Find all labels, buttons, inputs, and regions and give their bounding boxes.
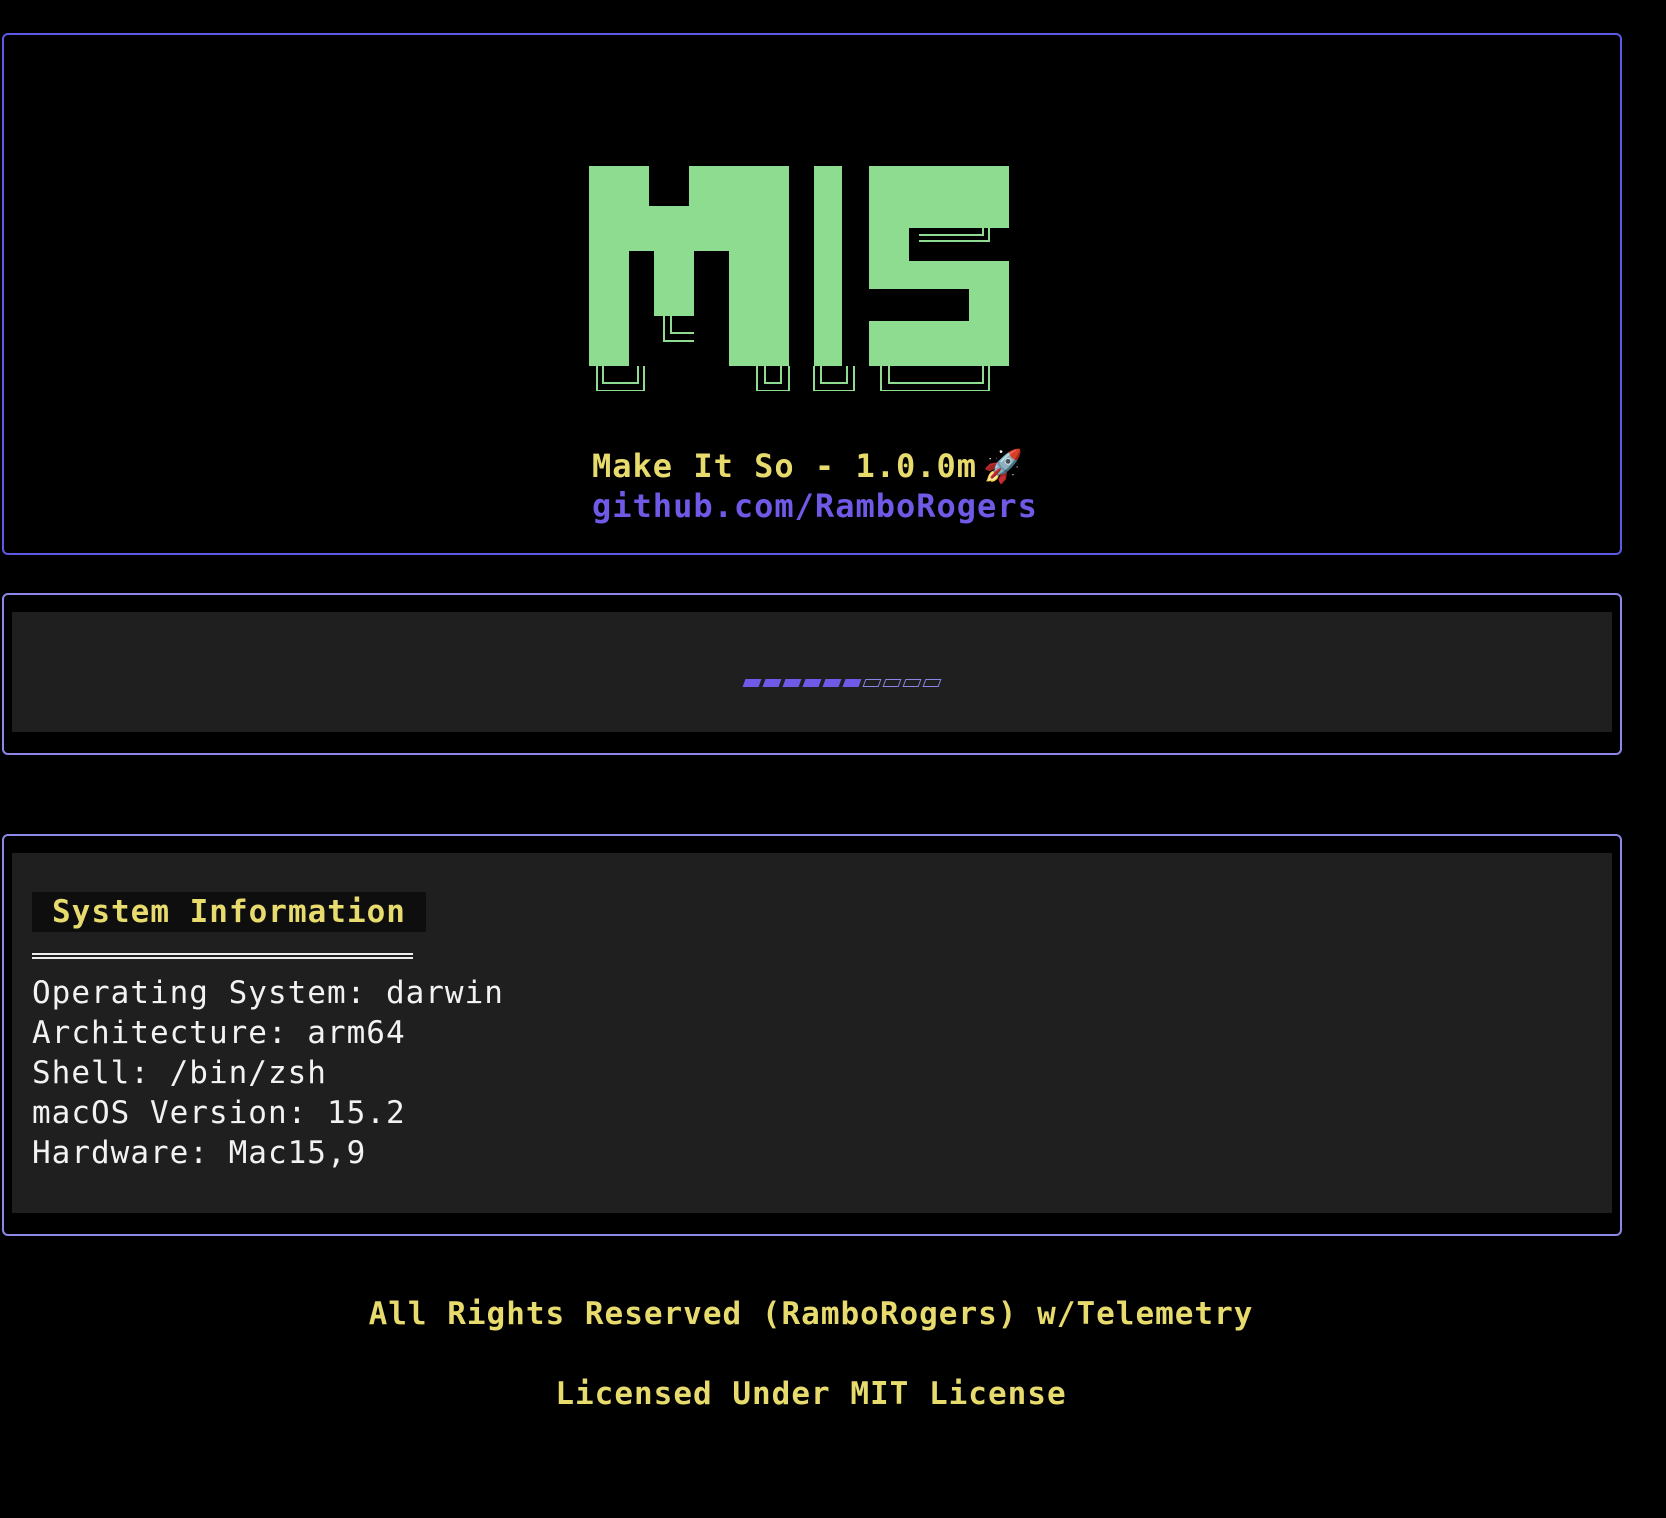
mis-logo	[589, 166, 1009, 391]
rocket-icon: 🚀	[983, 447, 1024, 485]
progress-segment-empty	[882, 679, 902, 687]
system-info-list: Operating System: darwin Architecture: a…	[32, 973, 504, 1173]
info-line-hardware: Hardware: Mac15,9	[32, 1135, 367, 1171]
progress-segment-filled	[762, 679, 782, 687]
info-line-macos-version: macOS Version: 15.2	[32, 1095, 406, 1131]
progress-segment-filled	[742, 679, 762, 687]
progress-segment-filled	[782, 679, 802, 687]
footer-license: Licensed Under MIT License	[555, 1376, 1067, 1412]
system-info-title: System Information	[32, 892, 426, 932]
progress-bar	[742, 679, 942, 687]
info-line-shell: Shell: /bin/zsh	[32, 1055, 327, 1091]
title-underline	[32, 953, 413, 959]
github-link[interactable]: github.com/RamboRogers	[592, 487, 1038, 525]
system-info-panel: System Information Operating System: dar…	[2, 834, 1622, 1236]
progress-segment-filled	[802, 679, 822, 687]
progress-area	[12, 612, 1612, 732]
progress-segment-empty	[902, 679, 922, 687]
banner-panel: Make It So - 1.0.0m 🚀 github.com/RamboRog…	[2, 33, 1622, 555]
progress-segment-empty	[922, 679, 942, 687]
progress-segment-empty	[862, 679, 882, 687]
system-info-area: System Information Operating System: dar…	[12, 853, 1612, 1213]
app-tagline: Make It So - 1.0.0m 🚀	[592, 447, 1024, 485]
progress-segment-filled	[822, 679, 842, 687]
footer-rights: All Rights Reserved (RamboRogers) w/Tele…	[368, 1296, 1254, 1332]
progress-panel	[2, 593, 1622, 755]
info-line-os: Operating System: darwin	[32, 975, 504, 1011]
tagline-label: Make It So - 1.0.0m	[592, 447, 978, 485]
info-line-architecture: Architecture: arm64	[32, 1015, 406, 1051]
progress-segment-filled	[842, 679, 862, 687]
